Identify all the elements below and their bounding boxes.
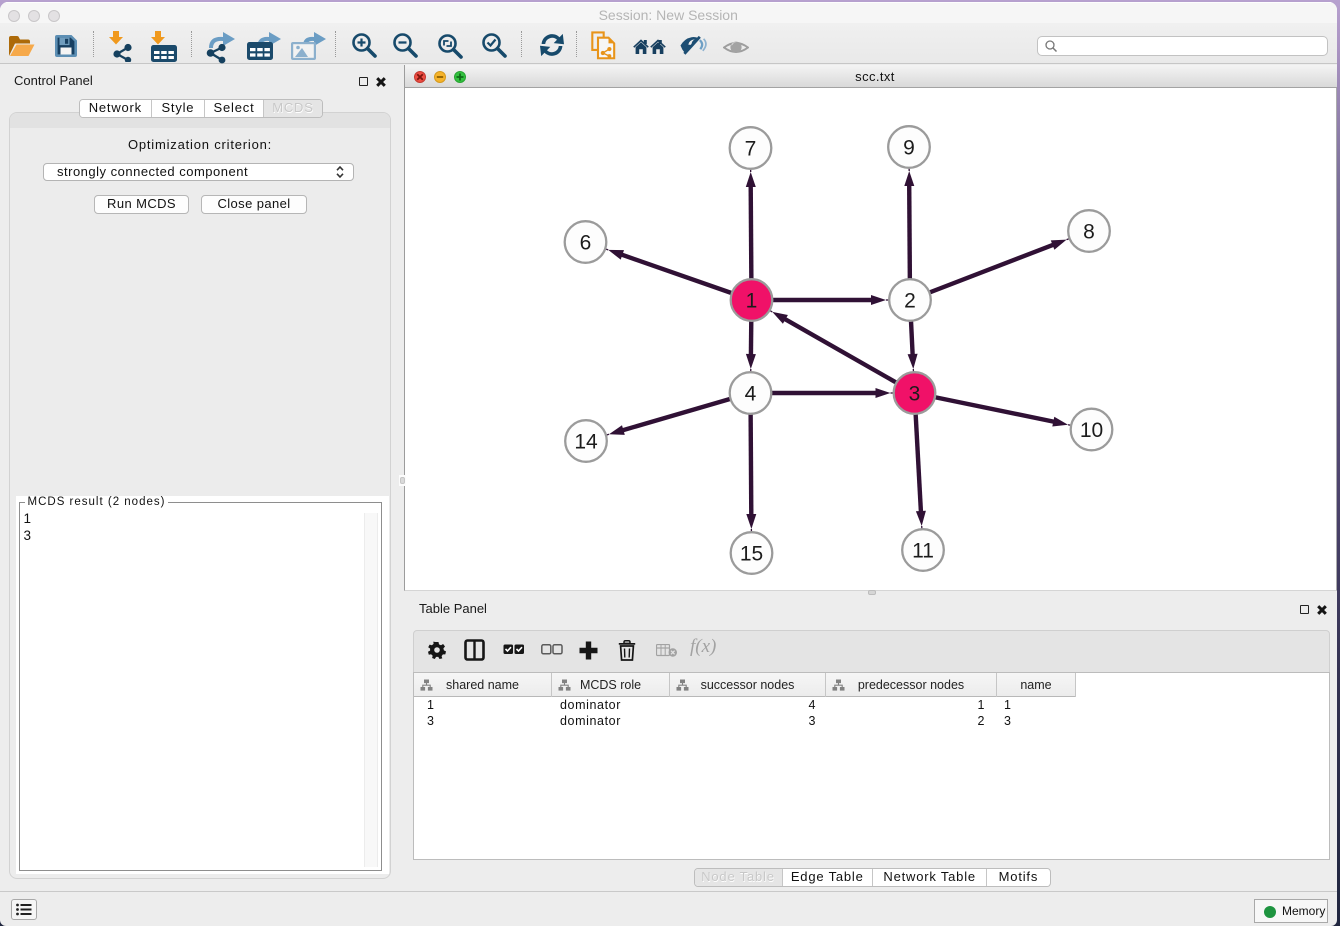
svg-text:11: 11 <box>912 540 934 563</box>
svg-text:15: 15 <box>739 543 762 566</box>
svg-text:2: 2 <box>904 290 916 313</box>
svg-text:10: 10 <box>1079 419 1102 442</box>
svg-text:14: 14 <box>574 431 598 454</box>
svg-text:4: 4 <box>744 383 756 406</box>
svg-text:6: 6 <box>579 232 591 255</box>
svg-text:1: 1 <box>745 290 757 313</box>
svg-text:8: 8 <box>1083 221 1095 244</box>
svg-text:9: 9 <box>903 137 915 160</box>
svg-text:7: 7 <box>744 138 756 161</box>
svg-text:3: 3 <box>908 383 920 406</box>
